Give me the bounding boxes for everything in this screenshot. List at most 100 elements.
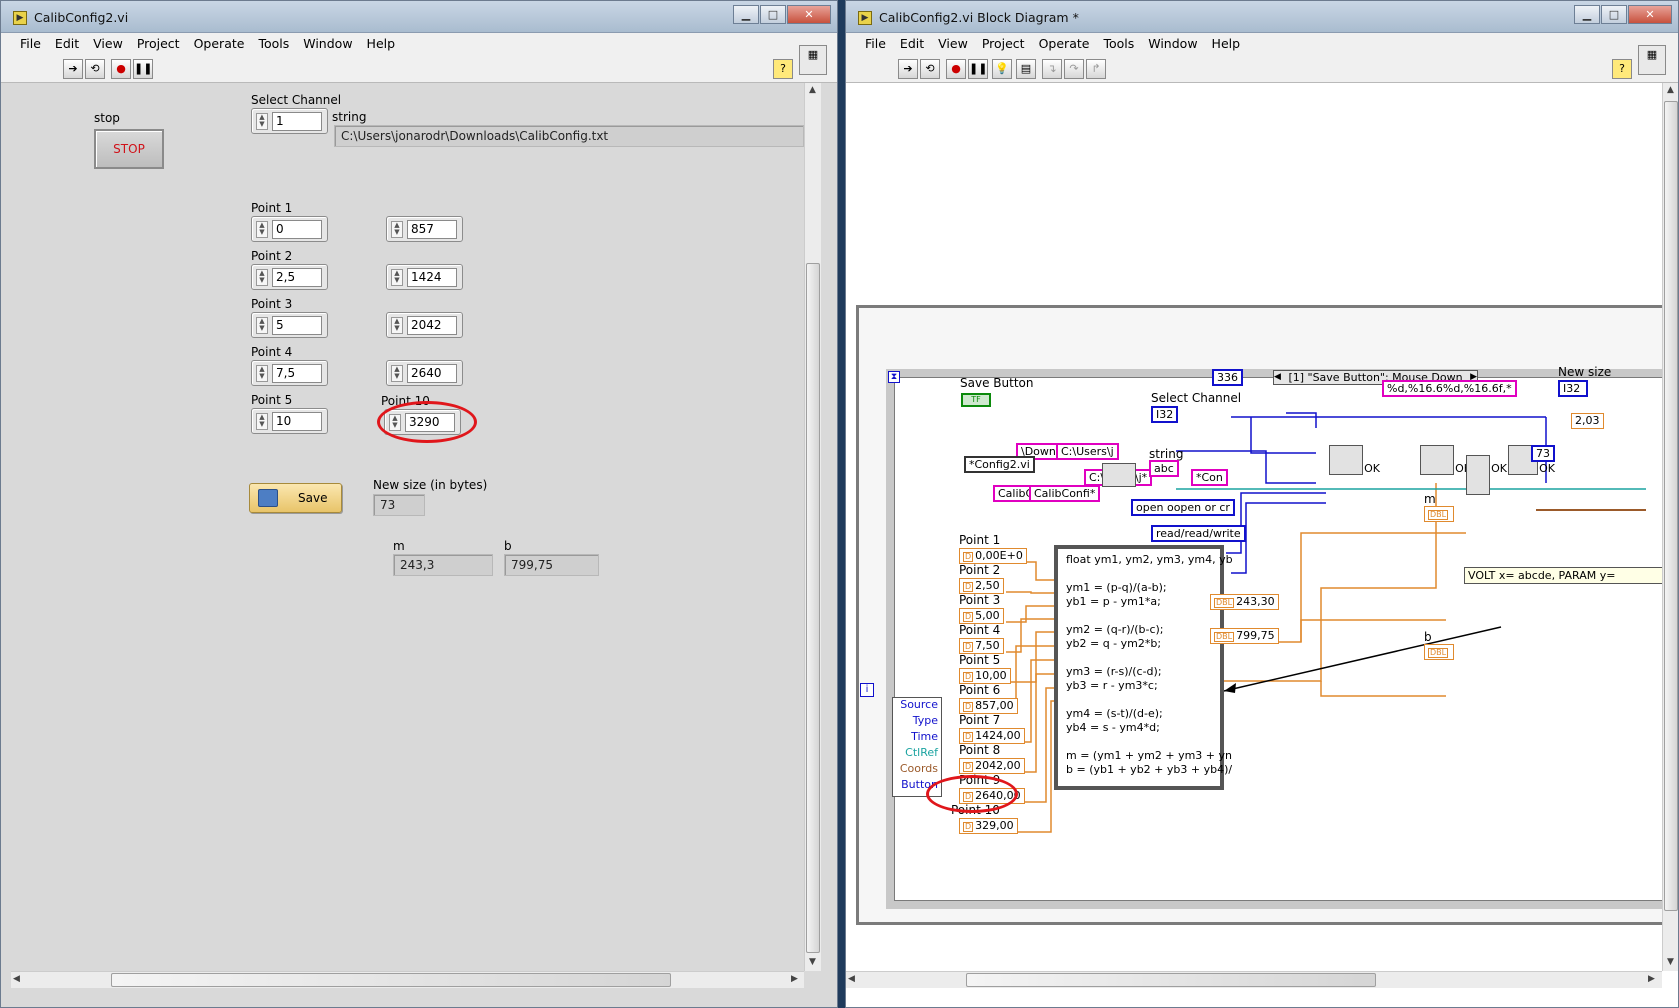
path-const-users[interactable]: C:\Users\j (1056, 443, 1119, 460)
scrollbar-thumb[interactable] (111, 973, 671, 987)
maximize-button[interactable]: □ (760, 5, 786, 24)
save-button-terminal[interactable]: TF (961, 393, 991, 407)
formula-node[interactable]: float ym1, ym2, ym3, ym4, yb ym1 = (p-q)/… (1054, 545, 1233, 790)
help-icon[interactable]: ? (773, 59, 793, 79)
event-data-coords[interactable]: Coords (893, 762, 941, 778)
scroll-right-icon[interactable]: ▶ (1648, 974, 1655, 984)
menu-view[interactable]: View (86, 33, 130, 55)
new-size-terminal[interactable]: I32 (1558, 380, 1588, 397)
highlight-execution-icon[interactable]: 💡 (992, 59, 1012, 79)
select-channel-value[interactable]: 1 (272, 112, 322, 131)
build-path-node[interactable] (1102, 463, 1136, 487)
point-constant-value[interactable]: 2,50 (975, 579, 1000, 592)
abort-icon[interactable]: ● (946, 59, 966, 79)
access-const[interactable]: read/read/write (1151, 525, 1246, 542)
menu-window[interactable]: Window (296, 33, 359, 55)
scroll-down-icon[interactable]: ▼ (809, 957, 816, 967)
stop-button[interactable]: STOP (94, 129, 164, 169)
point2-y-value[interactable]: 1424 (407, 268, 457, 287)
point-constant-value[interactable]: 857,00 (975, 699, 1014, 712)
point-constant-value[interactable]: 329,00 (975, 819, 1014, 832)
menu-tools[interactable]: Tools (1096, 33, 1141, 55)
point3-x-control[interactable]: ▲ ▼ 5 (251, 312, 328, 338)
scroll-up-icon[interactable]: ▲ (1667, 85, 1674, 95)
scrollbar-thumb[interactable] (966, 973, 1376, 987)
menu-file[interactable]: File (13, 33, 48, 55)
point1-x-value[interactable]: 0 (272, 220, 322, 239)
point2-y-control[interactable]: ▲ ▼ 1424 (386, 264, 463, 290)
point4-x-value[interactable]: 7,5 (272, 364, 322, 383)
menu-edit[interactable]: Edit (893, 33, 931, 55)
run-continuously-icon[interactable]: ⟲ (920, 59, 940, 79)
menu-project[interactable]: Project (130, 33, 187, 55)
menu-file[interactable]: File (858, 33, 893, 55)
m-terminal[interactable]: DBL (1424, 506, 1455, 522)
scrollbar-thumb[interactable] (806, 263, 820, 953)
menu-operate[interactable]: Operate (187, 33, 252, 55)
point-constant[interactable]: D 1424,00 (959, 728, 1025, 744)
point-constant-value[interactable]: 7,50 (975, 639, 1000, 652)
point-constant[interactable]: D 5,00 (959, 608, 1004, 624)
format-string-const[interactable]: %d,%16.6%d,%16.6f,* (1382, 380, 1517, 397)
help-icon[interactable]: ? (1612, 59, 1632, 79)
point-constant[interactable]: D 7,50 (959, 638, 1004, 654)
menu-help[interactable]: Help (1205, 33, 1248, 55)
write-file-node[interactable]: OK (1420, 445, 1471, 475)
spin-arrows-icon[interactable]: ▲ ▼ (256, 113, 268, 130)
point1-y-value[interactable]: 857 (407, 220, 457, 239)
menu-help[interactable]: Help (360, 33, 403, 55)
horizontal-scrollbar[interactable]: ◀ ▶ (11, 971, 804, 988)
spin-arrows-icon[interactable]: ▲ ▼ (391, 365, 403, 382)
volt-string-const[interactable]: VOLT x= abcde, PARAM y= (1464, 567, 1662, 584)
menu-operate[interactable]: Operate (1032, 33, 1097, 55)
spin-arrows-icon[interactable]: ▲ ▼ (256, 317, 268, 334)
spin-arrows-icon[interactable]: ▲ ▼ (256, 221, 268, 238)
menu-window[interactable]: Window (1141, 33, 1204, 55)
event-data-source[interactable]: Source (893, 698, 941, 714)
con-const[interactable]: *Con (1191, 469, 1228, 486)
select-channel-control[interactable]: ▲ ▼ 1 (251, 108, 328, 134)
spin-arrows-icon[interactable]: ▲ ▼ (391, 269, 403, 286)
point2-x-control[interactable]: ▲ ▼ 2,5 (251, 264, 328, 290)
point5-x-control[interactable]: ▲ ▼ 10 (251, 408, 328, 434)
pause-icon[interactable]: ❚❚ (133, 59, 153, 79)
save-button[interactable]: Save (249, 483, 342, 513)
block-diagram-titlebar[interactable]: ▶ CalibConfig2.vi Block Diagram * ▁ □ ✕ (846, 1, 1678, 33)
spin-arrows-icon[interactable]: ▲ ▼ (256, 365, 268, 382)
menu-edit[interactable]: Edit (48, 33, 86, 55)
run-arrow-icon[interactable]: ➔ (898, 59, 918, 79)
config-vi-const[interactable]: *Config2.vi (964, 456, 1035, 473)
open-file-node[interactable]: OK (1329, 445, 1380, 475)
point5-x-value[interactable]: 10 (272, 412, 322, 431)
run-continuously-icon[interactable]: ⟲ (85, 59, 105, 79)
scroll-left-icon[interactable]: ◀ (13, 974, 20, 984)
vertical-scrollbar[interactable]: ▲ ▼ (1662, 83, 1678, 971)
point-constant-value[interactable]: 1424,00 (975, 729, 1021, 742)
menu-tools[interactable]: Tools (251, 33, 296, 55)
point-constant[interactable]: D 329,00 (959, 818, 1018, 834)
point4-x-control[interactable]: ▲ ▼ 7,5 (251, 360, 328, 386)
maximize-button[interactable]: □ (1601, 5, 1627, 24)
vi-connector-icon[interactable]: ▦ (1638, 45, 1666, 75)
spin-arrows-icon[interactable]: ▲ ▼ (256, 413, 268, 430)
point-constant[interactable]: D 0,00E+0 (959, 548, 1027, 564)
point-constant[interactable]: D 857,00 (959, 698, 1018, 714)
scroll-right-icon[interactable]: ▶ (791, 974, 798, 984)
point4-y-control[interactable]: ▲ ▼ 2640 (386, 360, 463, 386)
scroll-down-icon[interactable]: ▼ (1667, 957, 1674, 967)
event-data-time[interactable]: Time (893, 730, 941, 746)
abort-icon[interactable]: ● (111, 59, 131, 79)
point3-y-control[interactable]: ▲ ▼ 2042 (386, 312, 463, 338)
const-73[interactable]: 73 (1531, 445, 1555, 462)
retain-wire-values-icon[interactable]: ▤ (1016, 59, 1036, 79)
pause-icon[interactable]: ❚❚ (968, 59, 988, 79)
step-into-icon[interactable]: ↴ (1042, 59, 1062, 79)
point3-y-value[interactable]: 2042 (407, 316, 457, 335)
menu-view[interactable]: View (931, 33, 975, 55)
step-over-icon[interactable]: ↷ (1064, 59, 1084, 79)
vi-connector-icon[interactable]: ▦ (799, 45, 827, 75)
menu-project[interactable]: Project (975, 33, 1032, 55)
point2-x-value[interactable]: 2,5 (272, 268, 322, 287)
open-mode-const[interactable]: open oopen or cr (1131, 499, 1235, 516)
run-arrow-icon[interactable]: ➔ (63, 59, 83, 79)
